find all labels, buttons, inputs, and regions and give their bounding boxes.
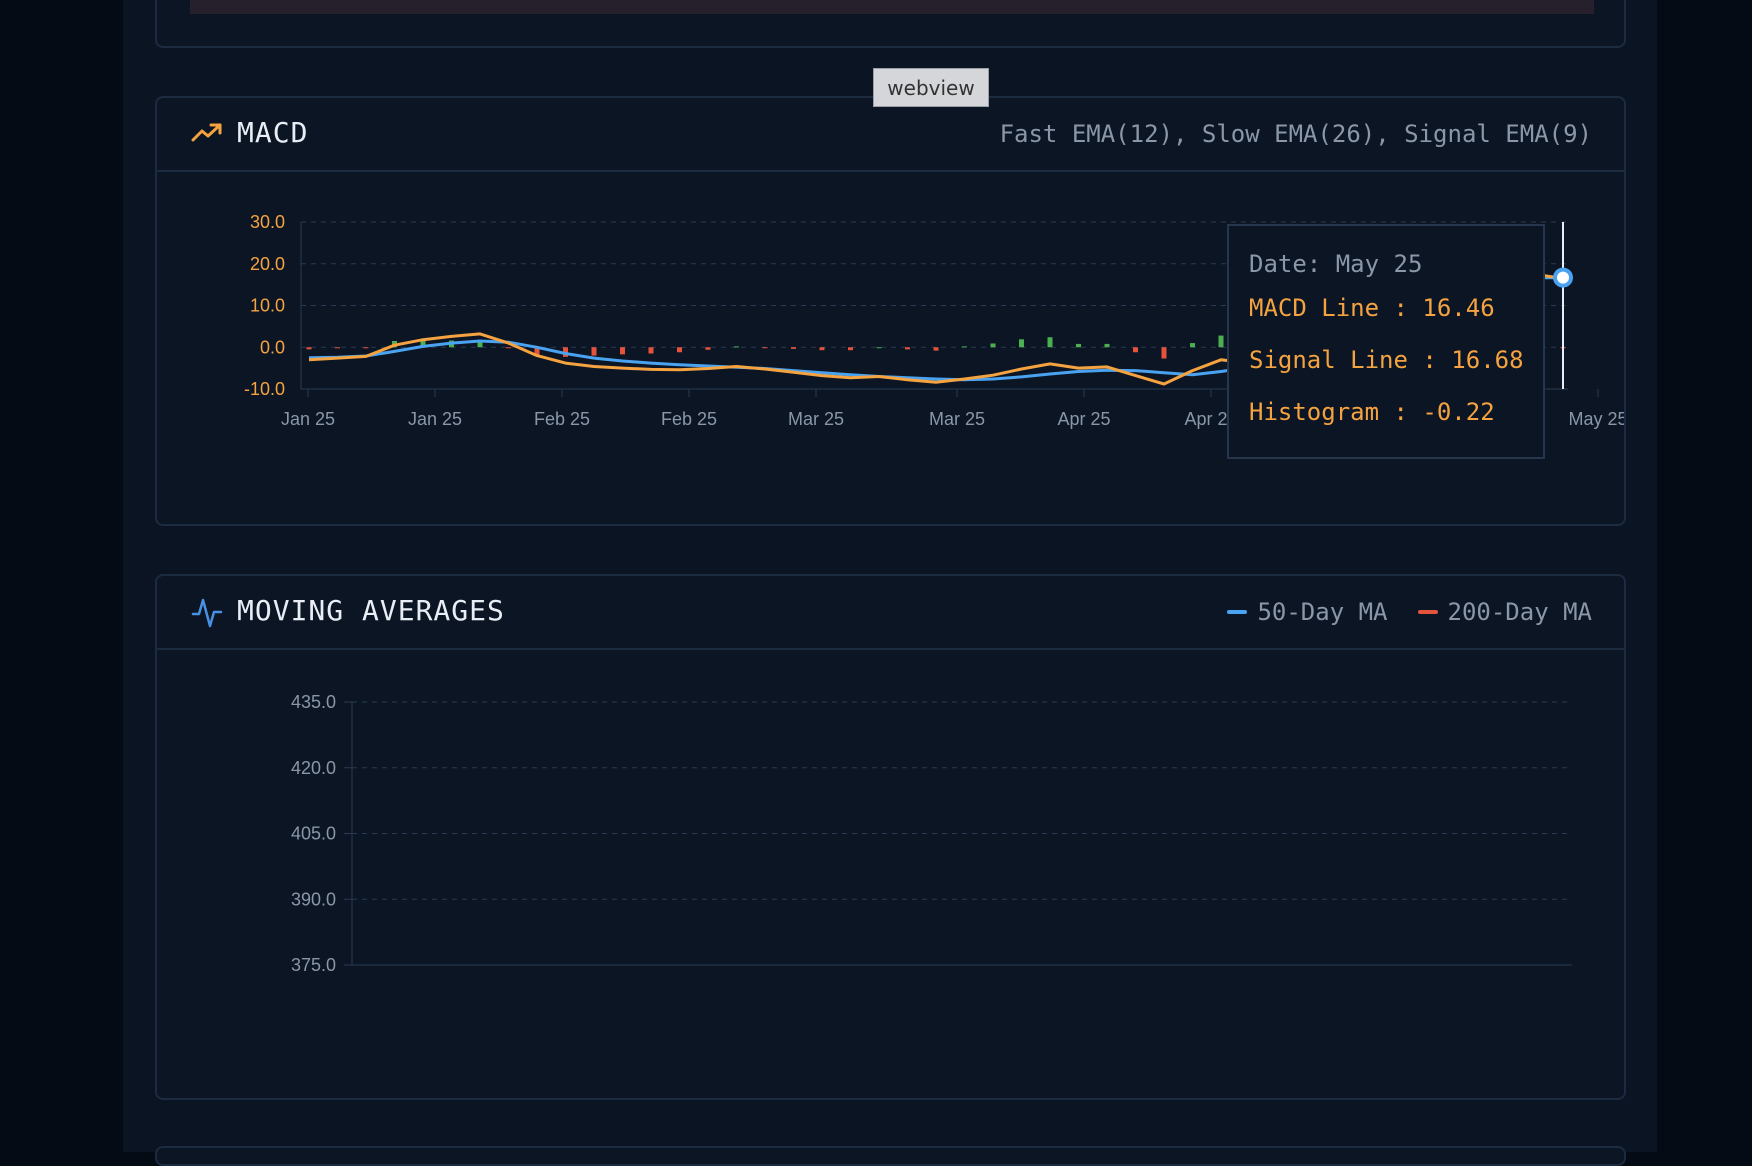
histogram-bar	[933, 347, 939, 351]
histogram-bar	[1161, 347, 1167, 359]
y-tick-label: 405.0	[291, 824, 336, 844]
tooltip-signal: Signal Line : 16.68	[1249, 346, 1524, 374]
macd-tooltip: Date: May 25 MACD Line : 16.46 Signal Li…	[1227, 224, 1545, 459]
x-tick-label: Mar 25	[929, 409, 985, 429]
moving-averages-panel: MOVING AVERAGES 50-Day MA 200-Day MA 435…	[155, 574, 1626, 1100]
next-panel	[155, 1146, 1626, 1166]
histogram-bar	[905, 347, 910, 350]
legend-label-50-day: 50-Day MA	[1257, 598, 1388, 626]
y-tick-label: 390.0	[291, 889, 336, 909]
histogram-bar	[734, 346, 739, 348]
histogram-bar	[506, 347, 511, 349]
histogram-bar	[848, 347, 853, 351]
moving-averages-chart[interactable]: 435.0 420.0 405.0 390.0 375.0	[157, 650, 1624, 1100]
y-tick-label: 375.0	[291, 955, 336, 975]
macd-panel-header: MACD Fast EMA(12), Slow EMA(26), Signal …	[157, 98, 1624, 172]
x-tick-label: Mar 25	[788, 409, 844, 429]
y-tick-label: 0.0	[260, 337, 285, 357]
legend-label-200-day: 200-Day MA	[1447, 598, 1593, 626]
legend-swatch-50-day	[1227, 610, 1248, 614]
ma-legend: 50-Day MA 200-Day MA	[1227, 598, 1592, 626]
ma-panel-header: MOVING AVERAGES 50-Day MA 200-Day MA	[157, 576, 1624, 650]
hover-point	[1553, 267, 1573, 288]
y-tick-label: 435.0	[291, 692, 336, 712]
x-tick-label: Feb 25	[534, 409, 590, 429]
histogram-bar	[306, 347, 312, 350]
x-tick-label: May 25	[1568, 409, 1624, 429]
histogram-bar	[1019, 339, 1024, 348]
tooltip-date: Date: May 25	[1249, 250, 1423, 278]
histogram-bar	[762, 347, 768, 349]
webview-badge: webview	[873, 68, 989, 107]
histogram-bar	[1218, 335, 1224, 348]
x-tick-label: Jan 25	[408, 409, 462, 429]
histogram-bar	[335, 347, 340, 349]
tooltip-macd: MACD Line : 16.46	[1249, 294, 1495, 322]
ma-title: MOVING AVERAGES	[237, 594, 505, 627]
y-tick-label: 10.0	[250, 296, 285, 316]
histogram-bar	[620, 347, 625, 355]
macd-title: MACD	[237, 116, 309, 149]
histogram-bar	[591, 347, 597, 356]
histogram-bar	[990, 343, 996, 348]
histogram-bar	[705, 347, 711, 350]
histogram-bar	[819, 347, 825, 351]
y-tick-label: 420.0	[291, 758, 336, 778]
macd-subtitle: Fast EMA(12), Slow EMA(26), Signal EMA(9…	[999, 120, 1592, 148]
histogram-bar	[363, 347, 369, 349]
legend-swatch-200-day	[1417, 610, 1438, 614]
previous-panel-bar	[190, 0, 1594, 14]
histogram-bar	[1190, 343, 1195, 348]
y-tick-label: 30.0	[250, 212, 285, 232]
y-tick-label: -10.0	[244, 379, 285, 399]
histogram-bar	[1104, 343, 1110, 348]
x-tick-label: Apr 25	[1057, 409, 1110, 429]
activity-icon	[191, 598, 223, 628]
x-tick-label: Jan 25	[281, 409, 335, 429]
x-tick-label: Feb 25	[661, 409, 717, 429]
histogram-bar	[876, 347, 882, 349]
histogram-bar	[1047, 337, 1053, 348]
previous-panel	[155, 0, 1626, 48]
histogram-bar	[962, 346, 967, 348]
histogram-bar	[1076, 343, 1081, 348]
histogram-bar	[648, 347, 654, 354]
histogram-bar	[677, 347, 682, 353]
histogram-bar	[791, 347, 796, 349]
histogram-bar	[1133, 347, 1138, 353]
legend-item-200-day[interactable]: 200-Day MA	[1417, 598, 1593, 626]
tooltip-histogram: Histogram : -0.22	[1249, 398, 1495, 426]
legend-item-50-day[interactable]: 50-Day MA	[1227, 598, 1388, 626]
trending-up-icon	[191, 123, 222, 142]
y-tick-label: 20.0	[250, 254, 285, 274]
